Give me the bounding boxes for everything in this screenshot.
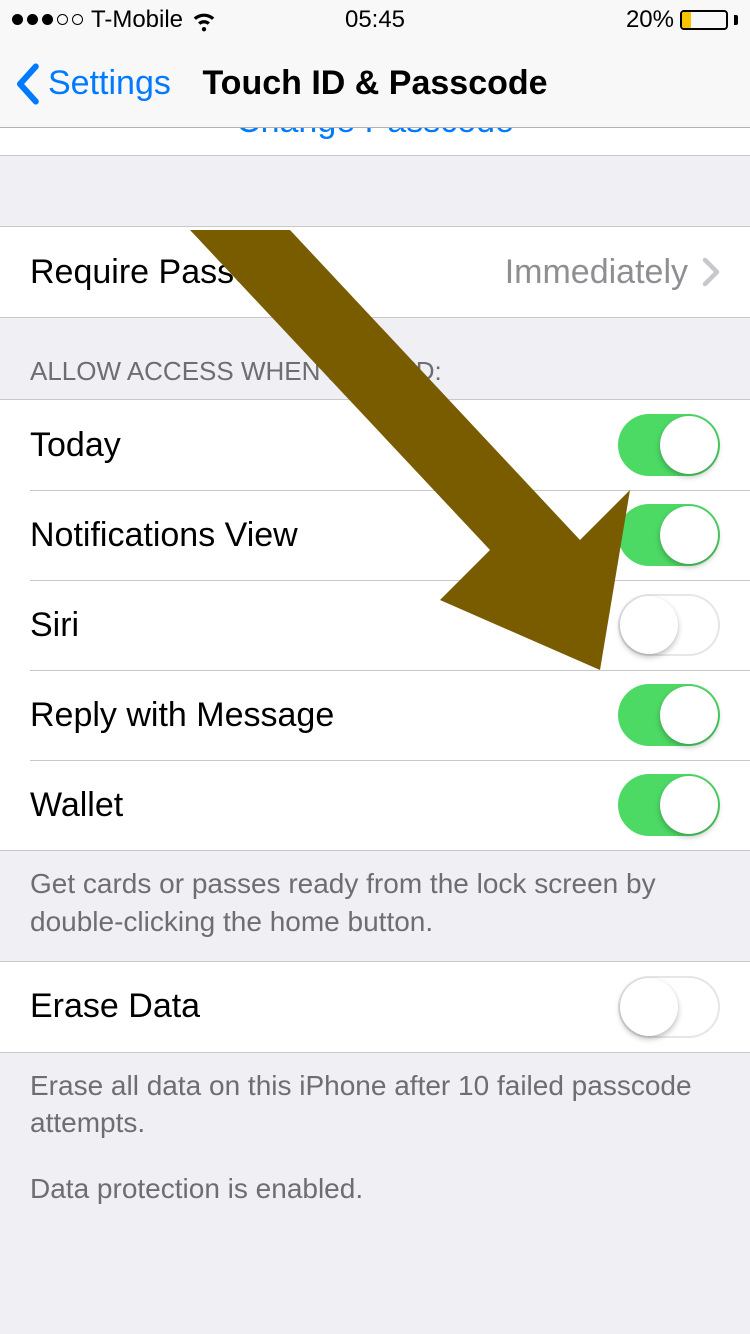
allow-access-label: Notifications View — [30, 516, 618, 555]
allow-access-toggle[interactable] — [618, 594, 720, 656]
battery-cap-icon — [734, 15, 738, 25]
allow-access-toggle[interactable] — [618, 774, 720, 836]
wifi-icon — [191, 7, 217, 33]
allow-access-label: Today — [30, 426, 618, 465]
require-passcode-value: Immediately — [505, 253, 688, 292]
back-label: Settings — [48, 64, 171, 103]
clock-label: 05:45 — [345, 6, 405, 34]
chevron-left-icon — [14, 63, 40, 105]
wallet-footer-text: Get cards or passes ready from the lock … — [30, 865, 720, 941]
content: Change Passcode Require Passcode Immedia… — [0, 128, 750, 1228]
battery-percentage-label: 20% — [626, 6, 674, 34]
allow-access-row[interactable]: Wallet — [0, 760, 750, 850]
battery-icon — [680, 10, 728, 30]
require-passcode-label: Require Passcode — [30, 253, 505, 292]
erase-data-group: Erase Data — [0, 961, 750, 1053]
allow-access-row[interactable]: Reply with Message — [0, 670, 750, 760]
require-passcode-group: Require Passcode Immediately — [0, 226, 750, 318]
change-passcode-label: Change Passcode — [236, 128, 514, 141]
chevron-right-icon — [702, 257, 720, 287]
page-title: Touch ID & Passcode — [202, 64, 547, 103]
erase-data-toggle[interactable] — [618, 976, 720, 1038]
allow-access-group: Today Notifications View Siri Reply with Me… — [0, 399, 750, 851]
status-left: T-Mobile — [12, 6, 217, 34]
navigation-bar: Settings Touch ID & Passcode — [0, 40, 750, 128]
allow-access-row[interactable]: Notifications View — [0, 490, 750, 580]
allow-access-header: ALLOW ACCESS WHEN LOCKED: — [0, 318, 750, 399]
allow-access-toggle[interactable] — [618, 684, 720, 746]
allow-access-row[interactable]: Today — [0, 400, 750, 490]
allow-access-label: Siri — [30, 606, 618, 645]
erase-data-row[interactable]: Erase Data — [0, 962, 750, 1052]
erase-data-footer: Erase all data on this iPhone after 10 f… — [0, 1053, 750, 1228]
allow-access-toggle[interactable] — [618, 414, 720, 476]
erase-data-label: Erase Data — [30, 987, 618, 1026]
allow-access-label: Reply with Message — [30, 696, 618, 735]
erase-data-footer-2: Data protection is enabled. — [30, 1170, 720, 1208]
carrier-label: T-Mobile — [91, 6, 183, 34]
erase-data-footer-1: Erase all data on this iPhone after 10 f… — [30, 1067, 720, 1143]
change-passcode-row[interactable]: Change Passcode — [0, 128, 750, 156]
wallet-footer: Get cards or passes ready from the lock … — [0, 851, 750, 961]
status-bar: T-Mobile 05:45 20% — [0, 0, 750, 40]
allow-access-row[interactable]: Siri — [0, 580, 750, 670]
signal-strength-icon — [12, 14, 83, 25]
allow-access-label: Wallet — [30, 786, 618, 825]
battery-fill — [682, 12, 691, 28]
status-right: 20% — [626, 6, 738, 34]
allow-access-toggle[interactable] — [618, 504, 720, 566]
require-passcode-row[interactable]: Require Passcode Immediately — [0, 227, 750, 317]
back-button[interactable]: Settings — [0, 63, 171, 105]
